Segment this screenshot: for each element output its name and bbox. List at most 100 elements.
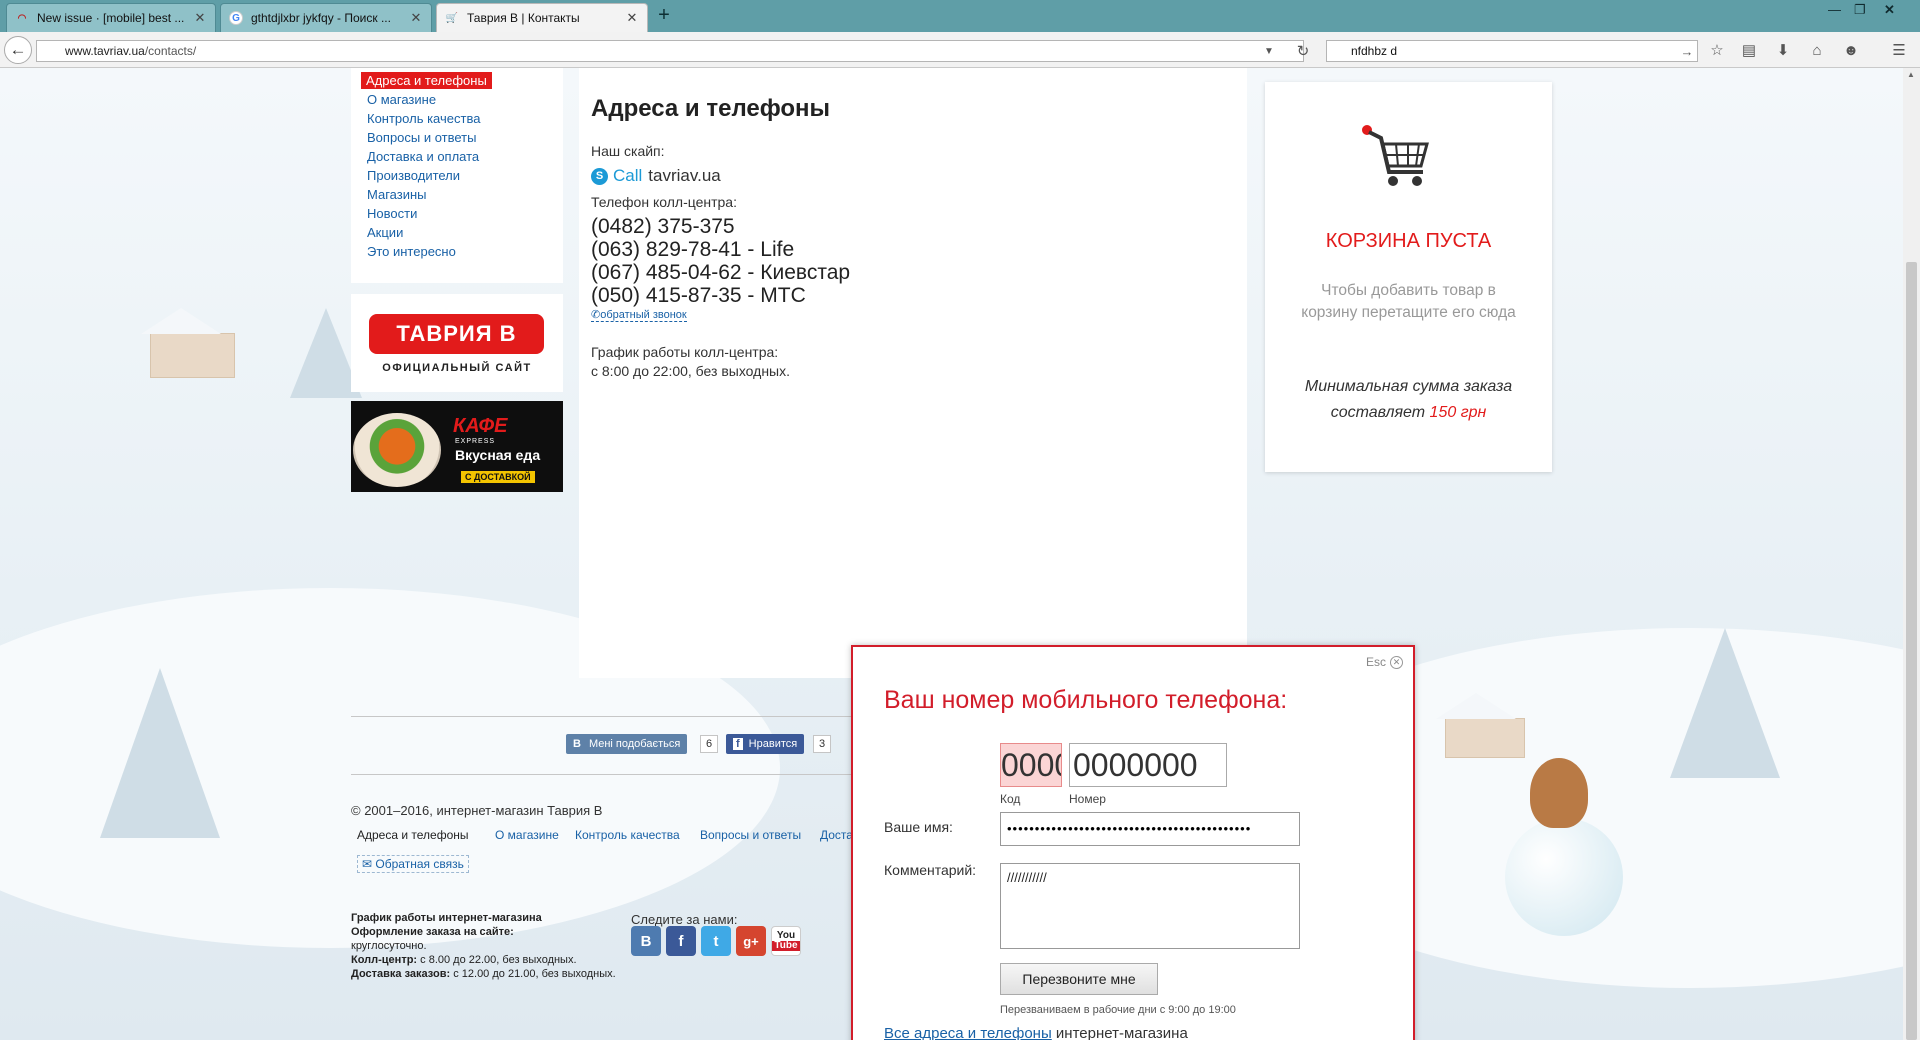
schedule-label: График работы колл-центра:	[591, 344, 779, 360]
cafe-title: КАФЕ	[453, 415, 508, 437]
tab-title: New issue · [mobile] best ...	[37, 11, 185, 25]
vk-icon[interactable]: В	[631, 926, 661, 956]
close-tab-icon[interactable]: ✕	[193, 10, 207, 26]
cart-title: КОРЗИНА ПУСТА	[1325, 230, 1492, 252]
page-viewport: Адреса и телефоны О магазине Контроль ка…	[0, 68, 1920, 1040]
sidebar-item-news[interactable]: Новости	[351, 204, 563, 223]
reading-list-icon[interactable]: ▤	[1738, 39, 1760, 61]
tree-decoration	[1670, 628, 1780, 778]
tab-title: Таврия В | Контакты	[467, 11, 580, 25]
delivery-label: Доставка заказов:	[351, 968, 451, 980]
sidebar-item-interesting[interactable]: Это интересно	[351, 242, 563, 261]
skype-icon: S	[591, 167, 608, 185]
sidebar-item-delivery[interactable]: Доставка и оплата	[351, 147, 563, 166]
close-tab-icon[interactable]: ✕	[409, 10, 423, 26]
browser-tab-tavria[interactable]: 🛒 Таврия В | Контакты ✕	[436, 3, 648, 32]
chat-icon[interactable]: ☻	[1840, 39, 1862, 61]
address-bar[interactable]: www.tavriav.ua/contacts/	[36, 40, 1304, 62]
cart-favicon-icon: 🛒	[445, 12, 459, 24]
vk-like-button[interactable]: В Мені подобається	[566, 734, 688, 754]
minimize-icon[interactable]: —	[1828, 2, 1841, 17]
store-hours: График работы интернет-магазина Оформлен…	[351, 911, 626, 981]
back-button[interactable]: ←	[4, 36, 32, 64]
vk-like-label: Мені подобається	[588, 738, 681, 750]
skype-label: Наш скайп:	[591, 143, 665, 159]
name-input[interactable]: ••••••••••••••••••••••••••••••••••••••••…	[1000, 812, 1300, 846]
skype-call-label: Call	[613, 166, 643, 185]
scrollbar-thumb[interactable]	[1906, 262, 1917, 1040]
sidebar-item-promotions[interactable]: Акции	[351, 223, 563, 242]
follow-us-label: Следите за нами:	[631, 912, 738, 927]
footer-link-delivery[interactable]: Доста	[820, 828, 853, 842]
house-decoration	[1436, 693, 1525, 758]
tab-title: gthtdjlxbr jykfqy - Поиск ...	[251, 11, 391, 25]
footer-link-quality[interactable]: Контроль качества	[575, 828, 680, 842]
browser-tab-github[interactable]: ◠ New issue · [mobile] best ... ✕	[6, 3, 216, 32]
phone-number: (067) 485-04-62 - Киевстар	[591, 261, 851, 284]
dropdown-arrow-icon[interactable]: ▼	[1258, 40, 1280, 62]
footer-link-faq[interactable]: Вопросы и ответы	[700, 828, 801, 842]
search-go-icon[interactable]: →	[1676, 40, 1698, 62]
cafe-brand: EXPRESS	[455, 438, 496, 445]
bookmark-star-icon[interactable]: ☆	[1706, 39, 1728, 61]
google-plus-icon[interactable]: g+	[736, 926, 766, 956]
feedback-label: Обратная связь	[375, 857, 464, 871]
close-tab-icon[interactable]: ✕	[625, 10, 639, 26]
sidebar-item-about[interactable]: О магазине	[351, 90, 563, 109]
skype-call-button[interactable]: S Call tavriav.ua	[591, 166, 721, 186]
sidebar-item-stores[interactable]: Магазины	[351, 185, 563, 204]
food-bowl-image	[353, 413, 441, 487]
footer-link-addresses[interactable]: Адреса и телефоны	[357, 828, 469, 842]
facebook-like-button[interactable]: f Нравится	[726, 734, 805, 754]
scroll-up-icon[interactable]: ▲	[1907, 70, 1915, 79]
sidebar-item-quality[interactable]: Контроль качества	[351, 109, 563, 128]
comment-textarea[interactable]: ///////////	[1000, 863, 1300, 949]
facebook-icon[interactable]: f	[666, 926, 696, 956]
cafe-banner[interactable]: КАФЕ EXPRESS Вкусная еда С ДОСТАВКОЙ	[351, 401, 563, 492]
browser-tab-google[interactable]: G gthtdjlxbr jykfqy - Поиск ... ✕	[220, 3, 432, 32]
sidebar-menu: Адреса и телефоны О магазине Контроль ка…	[351, 68, 563, 283]
sidebar-item-addresses[interactable]: Адреса и телефоны	[361, 72, 492, 89]
name-label: Ваше имя:	[884, 819, 953, 835]
sidebar-item-producers[interactable]: Производители	[351, 166, 563, 185]
dialog-title: Ваш номер мобильного телефона:	[884, 686, 1288, 714]
skype-account: tavriav.ua	[648, 166, 721, 185]
phone-number-input[interactable]: 0000000	[1069, 743, 1227, 787]
url-host: www.tavriav.ua	[65, 44, 145, 58]
download-icon[interactable]: ⬇	[1772, 39, 1794, 61]
cart-minimum: Минимальная сумма заказа составляет 150 …	[1275, 374, 1542, 426]
new-tab-button[interactable]: +	[652, 4, 676, 27]
twitter-icon[interactable]: t	[701, 926, 731, 956]
maximize-icon[interactable]: ❐	[1854, 2, 1866, 18]
cafe-badge: С ДОСТАВКОЙ	[461, 471, 535, 483]
all-addresses-link[interactable]: Все адреса и телефоны	[884, 1025, 1052, 1040]
cart-widget[interactable]: КОРЗИНА ПУСТА Чтобы добавить товар в кор…	[1265, 82, 1552, 472]
navigation-toolbar: ← www.tavriav.ua/contacts/ ▼ ↻ nfdhbz d …	[0, 32, 1920, 68]
page-scrollbar[interactable]: ▲	[1903, 68, 1920, 1040]
sidebar-item-faq[interactable]: Вопросы и ответы	[351, 128, 563, 147]
number-label: Номер	[1069, 792, 1106, 806]
logo-name: ТАВРИЯ В	[369, 314, 544, 354]
close-dialog-button[interactable]: Esc ✕	[1366, 655, 1403, 669]
phone-number: (050) 415-87-35 - МТС	[591, 284, 806, 307]
search-value: nfdhbz d	[1351, 44, 1398, 58]
youtube-icon[interactable]: You Tube	[771, 926, 801, 956]
envelope-icon: ✉	[362, 857, 373, 871]
menu-icon[interactable]: ☰	[1888, 39, 1910, 61]
comment-label: Комментарий:	[884, 862, 977, 878]
callback-hours-note: Перезваниваем в рабочие дни с 9:00 до 19…	[1000, 1004, 1236, 1016]
tavria-logo-banner[interactable]: ТАВРИЯ В ОФИЦИАЛЬНЫЙ САЙТ	[351, 294, 563, 392]
phone-code-input[interactable]: 0000	[1000, 743, 1062, 787]
callback-link[interactable]: ✆обратный звонок	[591, 308, 687, 322]
feedback-link[interactable]: ✉ Обратная связь	[357, 855, 469, 873]
search-field[interactable]: nfdhbz d	[1326, 40, 1698, 62]
home-icon[interactable]: ⌂	[1806, 39, 1828, 61]
all-addresses-suffix: интернет-магазина	[1051, 1025, 1188, 1040]
cafe-tagline: Вкусная еда	[455, 447, 541, 463]
order-value: круглосуточно.	[351, 940, 427, 952]
close-window-icon[interactable]: ✕	[1884, 2, 1895, 18]
phone-handset-icon: ✆	[591, 309, 601, 321]
call-me-button[interactable]: Перезвоните мне	[1000, 963, 1158, 995]
footer-link-about[interactable]: О магазине	[495, 828, 559, 842]
reload-icon[interactable]: ↻	[1292, 40, 1314, 62]
